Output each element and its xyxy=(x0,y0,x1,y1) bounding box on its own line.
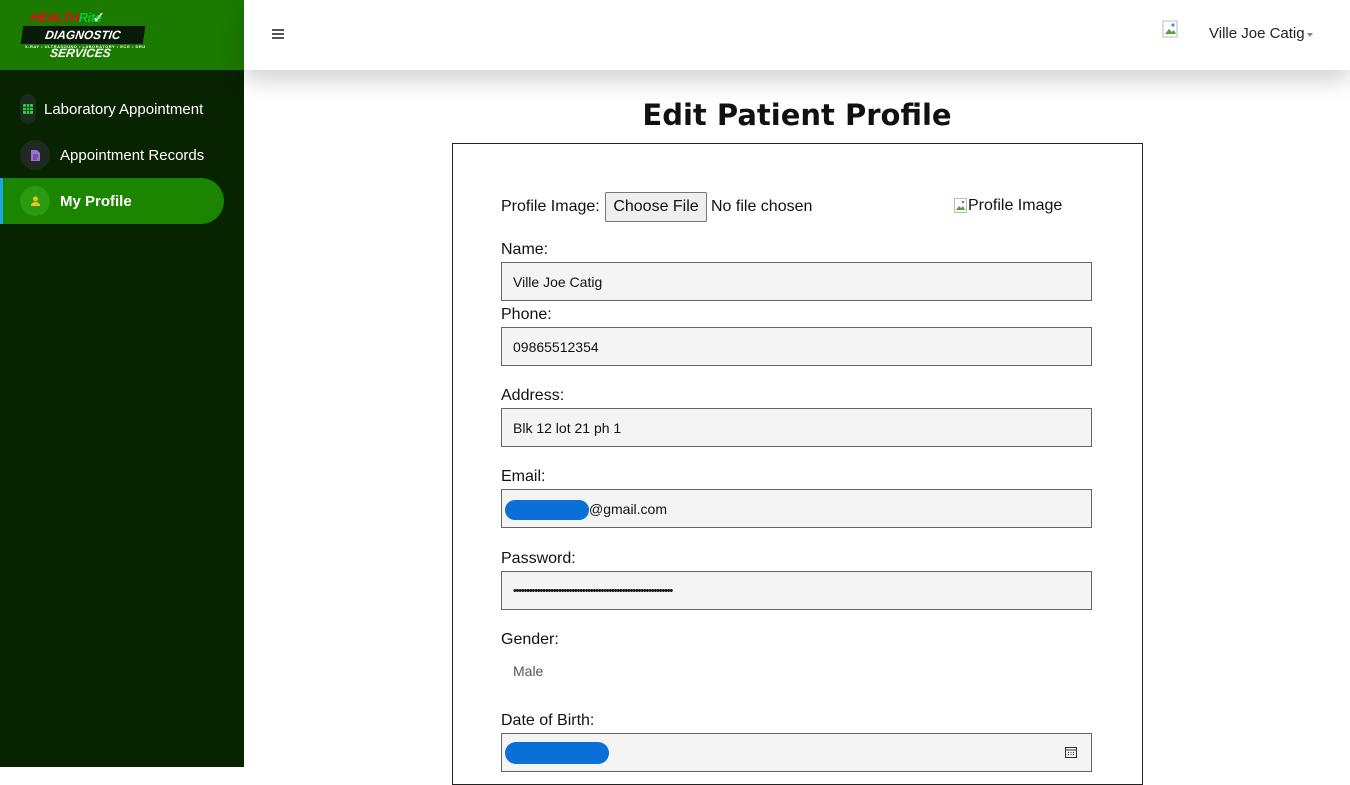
name-label: Name: xyxy=(501,241,549,258)
file-status-text: No file chosen xyxy=(711,198,813,215)
sidebar-item-my-profile[interactable]: My Profile xyxy=(0,178,224,224)
user-menu-name[interactable]: Ville Joe Catig xyxy=(1209,25,1305,42)
gender-value[interactable]: Male xyxy=(513,663,543,679)
sidebar-item-laboratory-appointment[interactable]: Laboratory Appointment xyxy=(0,86,244,132)
phone-label: Phone: xyxy=(501,306,552,323)
brand-logo-services: X-RAY • ULTRASOUND • LABORATORY • ECG • … xyxy=(25,44,145,49)
password-field[interactable]: ••••••••••••••••••••••••••••••••••••••••… xyxy=(501,571,1092,610)
page-title: Edit Patient Profile xyxy=(642,98,952,132)
chevron-down-icon[interactable] xyxy=(1307,33,1313,37)
email-value: @gmail.com xyxy=(589,500,668,517)
brand-logo-line1: HEALTHRite xyxy=(30,10,102,25)
phone-value: 09865512354 xyxy=(513,338,599,355)
choose-file-button[interactable]: Choose File xyxy=(605,192,707,222)
brand-logo[interactable]: HEALTHRite ✓ DIAGNOSTIC SERVICES X-RAY •… xyxy=(20,10,146,60)
sidebar: HEALTHRite ✓ DIAGNOSTIC SERVICES X-RAY •… xyxy=(0,0,244,767)
name-value: Ville Joe Catig xyxy=(513,273,603,290)
user-icon xyxy=(20,186,50,216)
email-redaction xyxy=(505,500,589,520)
calendar-icon[interactable] xyxy=(1065,746,1077,758)
gender-label: Gender: xyxy=(501,631,559,648)
document-icon xyxy=(20,140,50,170)
sidebar-item-label: My Profile xyxy=(60,192,132,210)
sidebar-nav: Laboratory Appointment Appointment Recor… xyxy=(0,86,244,224)
hamburger-menu-icon[interactable] xyxy=(272,29,284,39)
avatar[interactable] xyxy=(1162,20,1184,42)
logo-area: HEALTHRite ✓ DIAGNOSTIC SERVICES X-RAY •… xyxy=(0,0,244,70)
brand-logo-line2: DIAGNOSTIC SERVICES xyxy=(20,26,146,60)
address-field[interactable]: Blk 12 lot 21 ph 1 xyxy=(501,408,1092,447)
phone-field[interactable]: 09865512354 xyxy=(501,327,1092,366)
sidebar-item-appointment-records[interactable]: Appointment Records xyxy=(0,132,244,178)
sidebar-item-label: Laboratory Appointment xyxy=(44,100,204,118)
topbar: Ville Joe Catig xyxy=(244,0,1350,70)
name-field[interactable]: Ville Joe Catig xyxy=(501,262,1092,301)
profile-image-label: Profile Image: xyxy=(501,198,600,215)
profile-image: Profile Image xyxy=(954,197,1062,215)
date-of-birth-redaction xyxy=(505,742,609,764)
address-label: Address: xyxy=(501,387,565,404)
email-field[interactable]: @gmail.com xyxy=(501,489,1092,528)
address-value: Blk 12 lot 21 ph 1 xyxy=(513,419,622,436)
date-of-birth-label: Date of Birth: xyxy=(501,712,595,729)
checkmark-icon: ✓ xyxy=(92,10,106,27)
calendar-grid-icon xyxy=(20,94,36,124)
password-value: ••••••••••••••••••••••••••••••••••••••••… xyxy=(513,584,673,597)
profile-image-alt-text: Profile Image xyxy=(968,197,1063,214)
email-label: Email: xyxy=(501,468,546,485)
sidebar-item-label: Appointment Records xyxy=(60,146,205,164)
edit-profile-form: Profile Image: Choose File No file chose… xyxy=(452,143,1143,785)
broken-image-icon xyxy=(954,198,967,213)
password-label: Password: xyxy=(501,550,576,567)
